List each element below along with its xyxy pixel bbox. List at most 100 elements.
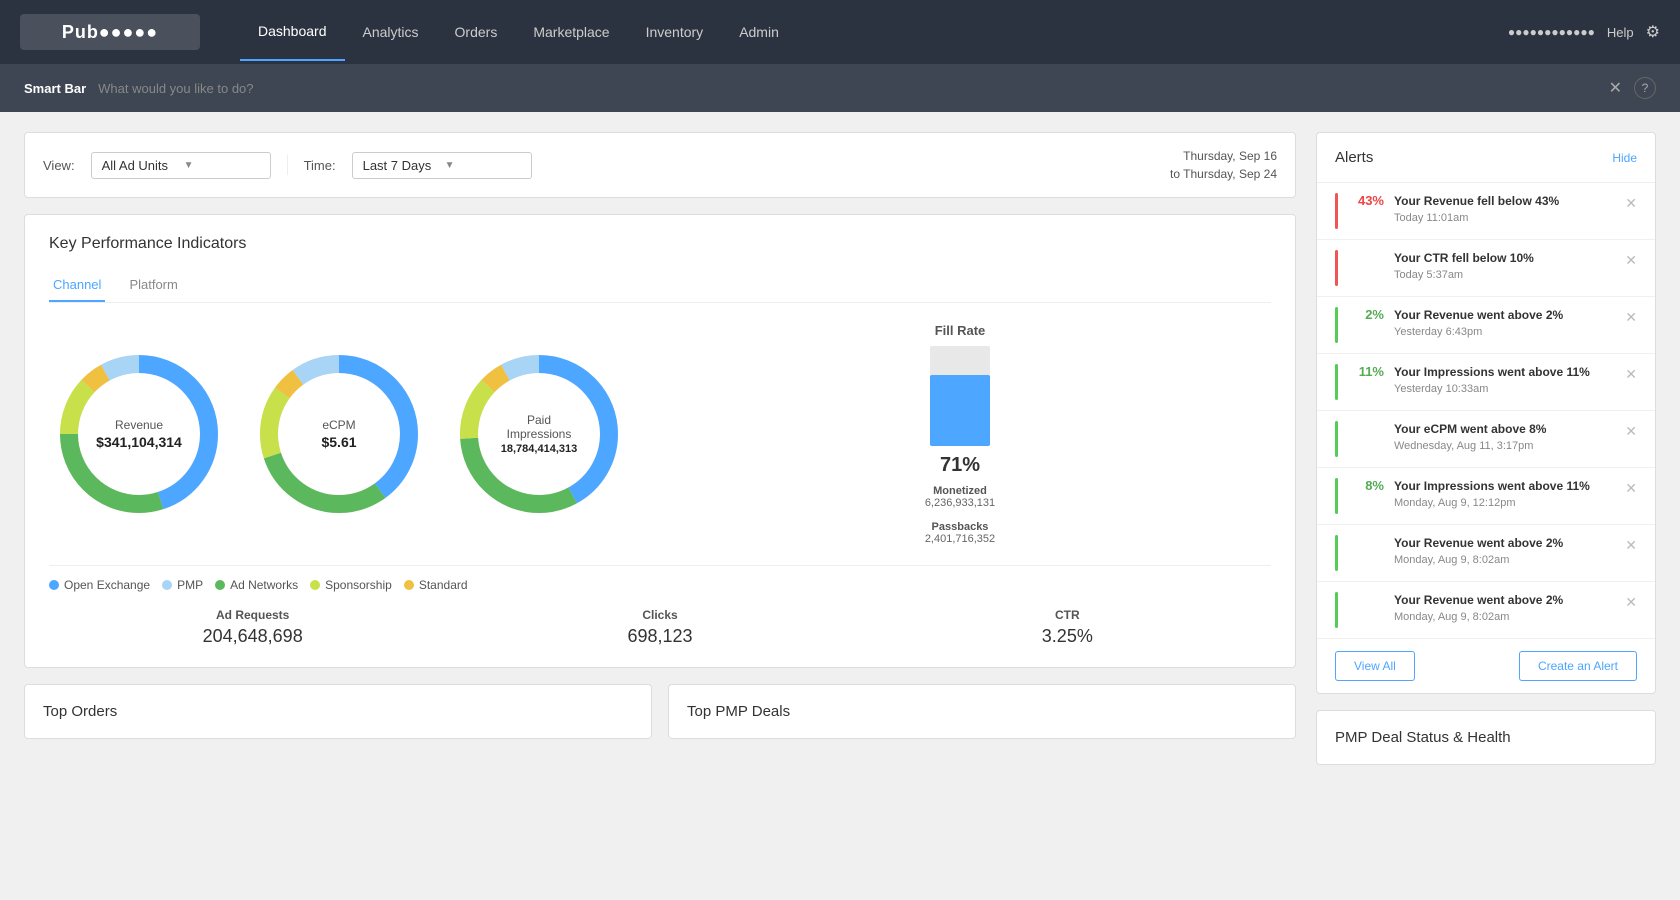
view-all-button[interactable]: View All [1335, 651, 1415, 681]
alerts-hide-button[interactable]: Hide [1612, 151, 1637, 165]
alert-msg: Your Revenue fell below 43% [1394, 193, 1615, 210]
view-select-value: All Ad Units [102, 158, 178, 173]
alert-close-icon[interactable]: ✕ [1625, 366, 1637, 383]
alert-close-icon[interactable]: ✕ [1625, 195, 1637, 212]
legend-sponsorship: Sponsorship [310, 578, 392, 592]
alert-item: Your CTR fell below 10% Today 5:37am ✕ [1317, 240, 1655, 297]
alert-time: Wednesday, Aug 11, 3:17pm [1394, 440, 1615, 452]
legend-label-sponsorship: Sponsorship [325, 578, 392, 592]
legend-label-pmp: PMP [177, 578, 203, 592]
right-panel: Alerts Hide 43% Your Revenue fell below … [1316, 132, 1656, 765]
alert-time: Today 5:37am [1394, 269, 1615, 281]
nav-right: ●●●●●●●●●●●● Help ⚙ [1508, 22, 1660, 42]
alert-item: 11% Your Impressions went above 11% Yest… [1317, 354, 1655, 411]
alert-close-icon[interactable]: ✕ [1625, 423, 1637, 440]
kpi-title: Key Performance Indicators [49, 235, 1271, 253]
tab-channel[interactable]: Channel [49, 269, 105, 302]
alert-close-icon[interactable]: ✕ [1625, 594, 1637, 611]
stat-ctr: CTR 3.25% [864, 608, 1271, 647]
alert-close-icon[interactable]: ✕ [1625, 252, 1637, 269]
top-nav: Pub●●●●● Dashboard Analytics Orders Mark… [0, 0, 1680, 64]
stat-ad-requests: Ad Requests 204,648,698 [49, 608, 456, 647]
legend-open-exchange: Open Exchange [49, 578, 150, 592]
top-orders-title: Top Orders [43, 703, 633, 720]
kpi-tabs: Channel Platform [49, 269, 1271, 303]
view-label: View: [43, 158, 75, 173]
nav-orders[interactable]: Orders [437, 4, 516, 60]
time-select-value: Last 7 Days [363, 158, 439, 173]
time-select[interactable]: Last 7 Days ▼ [352, 152, 532, 179]
left-panel: View: All Ad Units ▼ Time: Last 7 Days ▼… [24, 132, 1296, 765]
alerts-header: Alerts Hide [1317, 133, 1655, 183]
filter-bar: View: All Ad Units ▼ Time: Last 7 Days ▼… [24, 132, 1296, 198]
top-pmp-deals-card: Top PMP Deals [668, 684, 1296, 739]
alert-item: Your Revenue went above 2% Monday, Aug 9… [1317, 582, 1655, 639]
kpi-card: Key Performance Indicators Channel Platf… [24, 214, 1296, 668]
alert-msg: Your Impressions went above 11% [1394, 478, 1615, 495]
alert-indicator-green [1335, 421, 1338, 457]
pmp-deal-status-card: PMP Deal Status & Health [1316, 710, 1656, 765]
alert-indicator-red [1335, 250, 1338, 286]
legend-ad-networks: Ad Networks [215, 578, 298, 592]
alert-text: Your Impressions went above 11% Monday, … [1394, 478, 1615, 509]
alerts-footer: View All Create an Alert [1317, 639, 1655, 693]
nav-admin[interactable]: Admin [721, 4, 797, 60]
stat-ctr-label: CTR [864, 608, 1271, 622]
nav-links: Dashboard Analytics Orders Marketplace I… [240, 3, 1508, 61]
alert-msg: Your eCPM went above 8% [1394, 421, 1615, 438]
alert-indicator-red [1335, 193, 1338, 229]
help-link[interactable]: Help [1607, 25, 1634, 40]
ecpm-chart: eCPM $5.61 [249, 344, 429, 524]
revenue-value: $341,104,314 [96, 434, 182, 450]
gear-icon[interactable]: ⚙ [1646, 22, 1660, 42]
revenue-label: Revenue $341,104,314 [96, 418, 182, 450]
alert-time: Today 11:01am [1394, 212, 1615, 224]
alert-pct: 2% [1348, 307, 1384, 322]
impressions-chart: Paid Impressions 18,784,414,313 [449, 344, 629, 524]
smart-bar-input[interactable] [98, 81, 1596, 96]
alerts-panel: Alerts Hide 43% Your Revenue fell below … [1316, 132, 1656, 694]
alert-item: 8% Your Impressions went above 11% Monda… [1317, 468, 1655, 525]
view-select[interactable]: All Ad Units ▼ [91, 152, 271, 179]
kpi-charts-row: Revenue $341,104,314 eCPM [49, 323, 1271, 566]
tab-platform[interactable]: Platform [125, 269, 181, 302]
close-icon[interactable]: ✕ [1609, 78, 1622, 98]
create-alert-button[interactable]: Create an Alert [1519, 651, 1637, 681]
stat-ad-requests-value: 204,648,698 [49, 626, 456, 647]
ecpm-value: $5.61 [321, 434, 356, 450]
alert-item: Your eCPM went above 8% Wednesday, Aug 1… [1317, 411, 1655, 468]
top-pmp-deals-title: Top PMP Deals [687, 703, 1277, 720]
chart-legend: Open Exchange PMP Ad Networks Sponsorshi… [49, 578, 1271, 592]
fill-rate-section: Fill Rate 71% Monetized 6,236,933,131 Pa… [649, 323, 1271, 545]
nav-dashboard[interactable]: Dashboard [240, 3, 345, 61]
help-icon[interactable]: ? [1634, 77, 1656, 99]
smart-bar-right: ✕ ? [1609, 77, 1656, 99]
alert-text: Your Revenue went above 2% Monday, Aug 9… [1394, 535, 1615, 566]
stat-ad-requests-label: Ad Requests [49, 608, 456, 622]
chevron-down-icon: ▼ [184, 160, 260, 171]
alert-text: Your CTR fell below 10% Today 5:37am [1394, 250, 1615, 281]
alert-indicator-green [1335, 478, 1338, 514]
nav-marketplace[interactable]: Marketplace [515, 4, 627, 60]
alert-close-icon[interactable]: ✕ [1625, 309, 1637, 326]
alert-text: Your eCPM went above 8% Wednesday, Aug 1… [1394, 421, 1615, 452]
stat-clicks: Clicks 698,123 [456, 608, 863, 647]
alert-text: Your Revenue fell below 43% Today 11:01a… [1394, 193, 1615, 224]
alert-text: Your Impressions went above 11% Yesterda… [1394, 364, 1615, 395]
alert-close-icon[interactable]: ✕ [1625, 480, 1637, 497]
alert-msg: Your Revenue went above 2% [1394, 592, 1615, 609]
nav-analytics[interactable]: Analytics [345, 4, 437, 60]
impressions-name: Paid Impressions [494, 413, 584, 441]
fill-rate-bar [930, 375, 990, 446]
legend-dot-pmp [162, 580, 172, 590]
filter-divider [287, 155, 288, 175]
legend-dot-standard [404, 580, 414, 590]
nav-inventory[interactable]: Inventory [628, 4, 722, 60]
alert-time: Monday, Aug 9, 12:12pm [1394, 497, 1615, 509]
legend-label-open-exchange: Open Exchange [64, 578, 150, 592]
logo-text: Pub●●●●● [62, 22, 158, 43]
alert-time: Yesterday 10:33am [1394, 383, 1615, 395]
legend-pmp: PMP [162, 578, 203, 592]
alert-text: Your Revenue went above 2% Yesterday 6:4… [1394, 307, 1615, 338]
alert-close-icon[interactable]: ✕ [1625, 537, 1637, 554]
